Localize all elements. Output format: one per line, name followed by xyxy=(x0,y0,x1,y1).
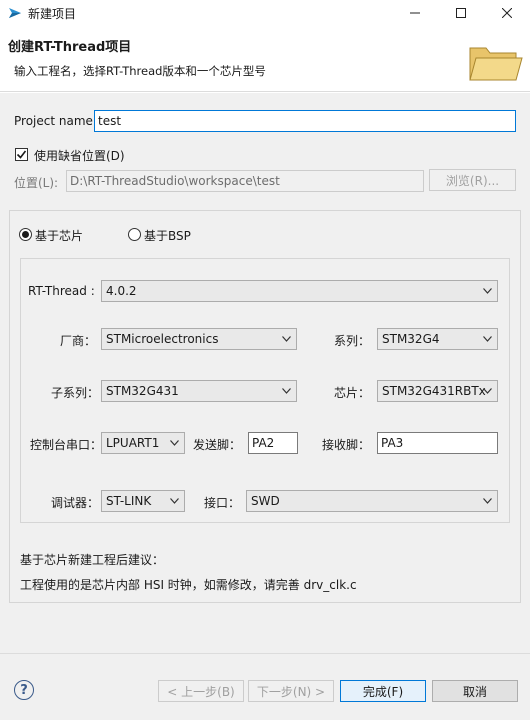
use-default-location-checkbox[interactable] xyxy=(15,148,28,161)
back-button[interactable]: < 上一步(B) xyxy=(158,680,244,702)
tx-pin-label: 发送脚： xyxy=(193,438,242,452)
vendor-select[interactable]: STMicroelectronics xyxy=(101,328,297,350)
interface-label: 接口： xyxy=(204,496,241,510)
chevron-down-icon xyxy=(282,336,291,342)
debugger-select[interactable]: ST-LINK xyxy=(101,490,185,512)
rx-pin-input[interactable]: PA3 xyxy=(377,432,498,454)
debugger-label: 调试器： xyxy=(51,496,100,510)
console-port-value: LPUART1 xyxy=(106,436,160,450)
debugger-value: ST-LINK xyxy=(106,494,152,508)
minimize-button[interactable] xyxy=(392,0,438,26)
browse-button[interactable]: 浏览(R)... xyxy=(429,169,516,191)
close-icon xyxy=(502,8,512,18)
interface-value: SWD xyxy=(251,494,280,508)
chevron-down-icon xyxy=(483,288,492,294)
folder-icon xyxy=(466,40,524,87)
chevron-down-icon xyxy=(483,498,492,504)
advice-text: 工程使用的是芯片内部 HSI 时钟，如需修改，请完善 drv_clk.c xyxy=(20,578,357,592)
chevron-down-icon xyxy=(483,388,492,394)
based-on-bsp-label: 基于BSP xyxy=(144,229,191,243)
chip-value: STM32G431RBTx xyxy=(382,384,486,398)
console-port-label: 控制台串口： xyxy=(30,438,103,452)
chevron-down-icon xyxy=(483,336,492,342)
rtthread-version-select[interactable]: 4.0.2 xyxy=(101,280,498,302)
rtthread-version-label: RT-Thread : xyxy=(28,284,95,298)
wizard-title: 创建RT-Thread项目 xyxy=(8,40,132,55)
advice-title: 基于芯片新建工程后建议： xyxy=(20,553,165,567)
project-name-input[interactable]: test xyxy=(94,110,516,132)
checkmark-icon xyxy=(16,150,27,159)
maximize-icon xyxy=(456,8,466,18)
tx-pin-input[interactable]: PA2 xyxy=(248,432,298,454)
help-icon[interactable]: ? xyxy=(14,680,34,700)
series-value: STM32G4 xyxy=(382,332,440,346)
based-on-chip-radio[interactable] xyxy=(19,228,32,241)
minimize-icon xyxy=(410,12,420,14)
chip-label: 芯片： xyxy=(334,386,371,400)
rx-pin-label: 接收脚： xyxy=(322,438,371,452)
based-on-bsp-radio[interactable] xyxy=(128,228,141,241)
subseries-value: STM32G431 xyxy=(106,384,179,398)
location-label: 位置(L): xyxy=(14,176,59,190)
vendor-label: 厂商： xyxy=(60,334,97,348)
chevron-down-icon xyxy=(282,388,291,394)
project-name-label: Project name: xyxy=(14,114,97,128)
wizard-description: 输入工程名，选择RT-Thread版本和一个芯片型号 xyxy=(14,64,266,78)
chevron-down-icon xyxy=(170,498,179,504)
chip-select[interactable]: STM32G431RBTx xyxy=(377,380,498,402)
based-on-chip-label: 基于芯片 xyxy=(35,229,84,243)
cancel-button[interactable]: 取消 xyxy=(432,680,518,702)
rtthread-version-value: 4.0.2 xyxy=(106,284,137,298)
console-port-select[interactable]: LPUART1 xyxy=(101,432,185,454)
close-button[interactable] xyxy=(484,0,530,26)
series-select[interactable]: STM32G4 xyxy=(377,328,498,350)
rt-thread-logo-icon xyxy=(8,6,22,20)
maximize-button[interactable] xyxy=(438,0,484,26)
finish-button[interactable]: 完成(F) xyxy=(340,680,426,702)
next-button[interactable]: 下一步(N) > xyxy=(248,680,334,702)
vendor-value: STMicroelectronics xyxy=(106,332,219,346)
window-title: 新建项目 xyxy=(28,7,77,21)
chevron-down-icon xyxy=(170,440,179,446)
use-default-location-label: 使用缺省位置(D) xyxy=(34,149,125,163)
subseries-label: 子系列： xyxy=(51,386,100,400)
radio-selected-dot xyxy=(22,231,29,238)
series-label: 系列： xyxy=(334,334,371,348)
interface-select[interactable]: SWD xyxy=(246,490,498,512)
location-input[interactable]: D:\RT-ThreadStudio\workspace\test xyxy=(66,170,424,192)
subseries-select[interactable]: STM32G431 xyxy=(101,380,297,402)
